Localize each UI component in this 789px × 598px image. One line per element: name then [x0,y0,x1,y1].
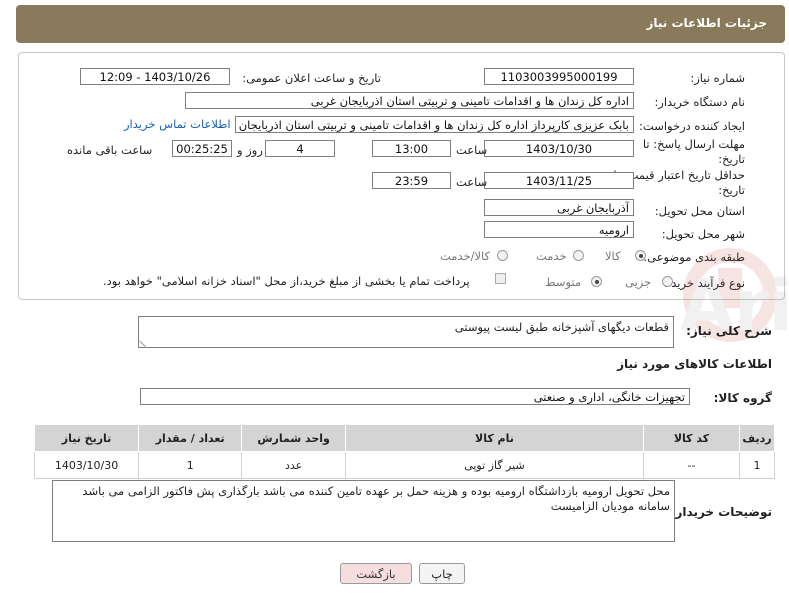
print-button[interactable]: چاپ [419,563,465,584]
page-header: جزئیات اطلاعات نیاز [16,5,785,43]
goods-table-header: ردیف کد کالا نام کالا واحد شمارش تعداد /… [33,424,775,452]
province-field[interactable]: آذربایجان غربی [484,199,634,216]
cell-name: شیر گاز توپی [344,451,644,479]
announce-date-field[interactable]: 1403/10/26 - 12:09 [80,68,230,85]
deadline-hour-label: ساعت [456,143,488,157]
summary-label: شرح کلی نیاز: [686,324,772,338]
treasury-payment-checkbox[interactable] [495,273,506,284]
validity-label-date: تاریخ: [718,183,745,197]
deadline-hour-field[interactable]: 13:00 [372,140,451,157]
goods-group-field[interactable]: تجهیزات خانگی، اداری و صنعتی [140,388,690,405]
cell-date: 1403/10/30 [33,451,140,479]
process-medium-radio[interactable] [591,276,602,287]
cell-code: -- [642,451,741,479]
cell-qty: 1 [138,451,243,479]
summary-text: قطعات دیگهای آشپزخانه طبق لیست پیوستی [454,320,669,334]
city-label: شهر محل تحویل: [661,227,745,241]
resize-grip-icon[interactable] [139,334,152,348]
category-service-label: خدمت [536,249,567,263]
process-partial-label: جزیی [625,275,652,289]
goods-group-label: گروه کالا: [713,391,772,405]
category-service-radio[interactable] [573,250,584,261]
col-name-header: نام کالا [344,424,644,452]
category-goods-service-label: کالا/خدمت [440,249,491,263]
deadline-label-date: تاریخ: [718,152,745,166]
cell-unit: عدد [241,451,346,479]
col-code-header: کد کالا [642,424,741,452]
col-row-header: ردیف [739,424,775,452]
back-button[interactable]: بازگشت [340,563,412,584]
summary-textarea[interactable]: قطعات دیگهای آشپزخانه طبق لیست پیوستی [138,316,674,348]
page-title: جزئیات اطلاعات نیاز [646,16,767,30]
treasury-payment-note: پرداخت تمام یا بخشی از مبلغ خرید،از محل … [103,274,470,288]
buyer-contact-link[interactable]: اطلاعات تماس خریدار [124,117,231,131]
city-field[interactable]: ارومیه [484,221,634,238]
col-qty-header: تعداد / مقدار [138,424,243,452]
creator-field[interactable]: بابک عزیزی کارپرداز اداره کل زندان ها و … [235,116,634,133]
process-partial-radio[interactable] [662,276,673,287]
days-label: روز و [237,143,263,157]
category-goods-service-radio[interactable] [497,250,508,261]
validity-hour-label: ساعت [456,175,488,189]
buyer-org-field[interactable]: اداره کل زندان ها و اقدامات تامینی و ترب… [185,92,634,109]
creator-label: ایجاد کننده درخواست: [639,119,745,133]
days-remaining-field[interactable]: 4 [265,140,335,157]
buyer-notes-label: توضیحات خریدار: [670,505,772,519]
category-goods-label: کالا [605,249,621,263]
cell-row: 1 [739,451,775,479]
time-remaining-label: ساعت باقی مانده [67,143,153,157]
province-label: استان محل تحویل: [654,204,745,218]
process-medium-label: متوسط [545,275,582,289]
goods-info-title: اطلاعات کالاهای مورد نیاز [617,357,772,371]
deadline-label: مهلت ارسال پاسخ: تا [642,137,745,151]
buyer-notes-textarea[interactable]: محل تحویل ارومیه بازداشتگاه ارومیه بوده … [52,480,675,542]
announce-date-label: تاریخ و ساعت اعلان عمومی: [242,71,381,85]
category-label: طبقه بندی موضوعی: [643,250,745,264]
category-goods-radio[interactable] [635,250,646,261]
col-unit-header: واحد شمارش [241,424,346,452]
need-number-field[interactable]: 1103003995000199 [484,68,634,85]
buyer-org-label: نام دستگاه خریدار: [654,95,745,109]
process-label: نوع فرآیند خرید : [663,276,745,290]
deadline-date-field[interactable]: 1403/10/30 [484,140,634,157]
table-row[interactable]: 1 -- شیر گاز توپی عدد 1 1403/10/30 [33,451,775,479]
validity-hour-field[interactable]: 23:59 [372,172,451,189]
time-remaining-field[interactable]: 00:25:25 [172,140,232,157]
validity-date-field[interactable]: 1403/11/25 [484,172,634,189]
col-date-header: تاریخ نیاز [33,424,140,452]
buyer-notes-text: محل تحویل ارومیه بازداشتگاه ارومیه بوده … [82,484,670,513]
goods-table: ردیف کد کالا نام کالا واحد شمارش تعداد /… [33,424,775,479]
need-number-label: شماره نیاز: [690,71,745,85]
